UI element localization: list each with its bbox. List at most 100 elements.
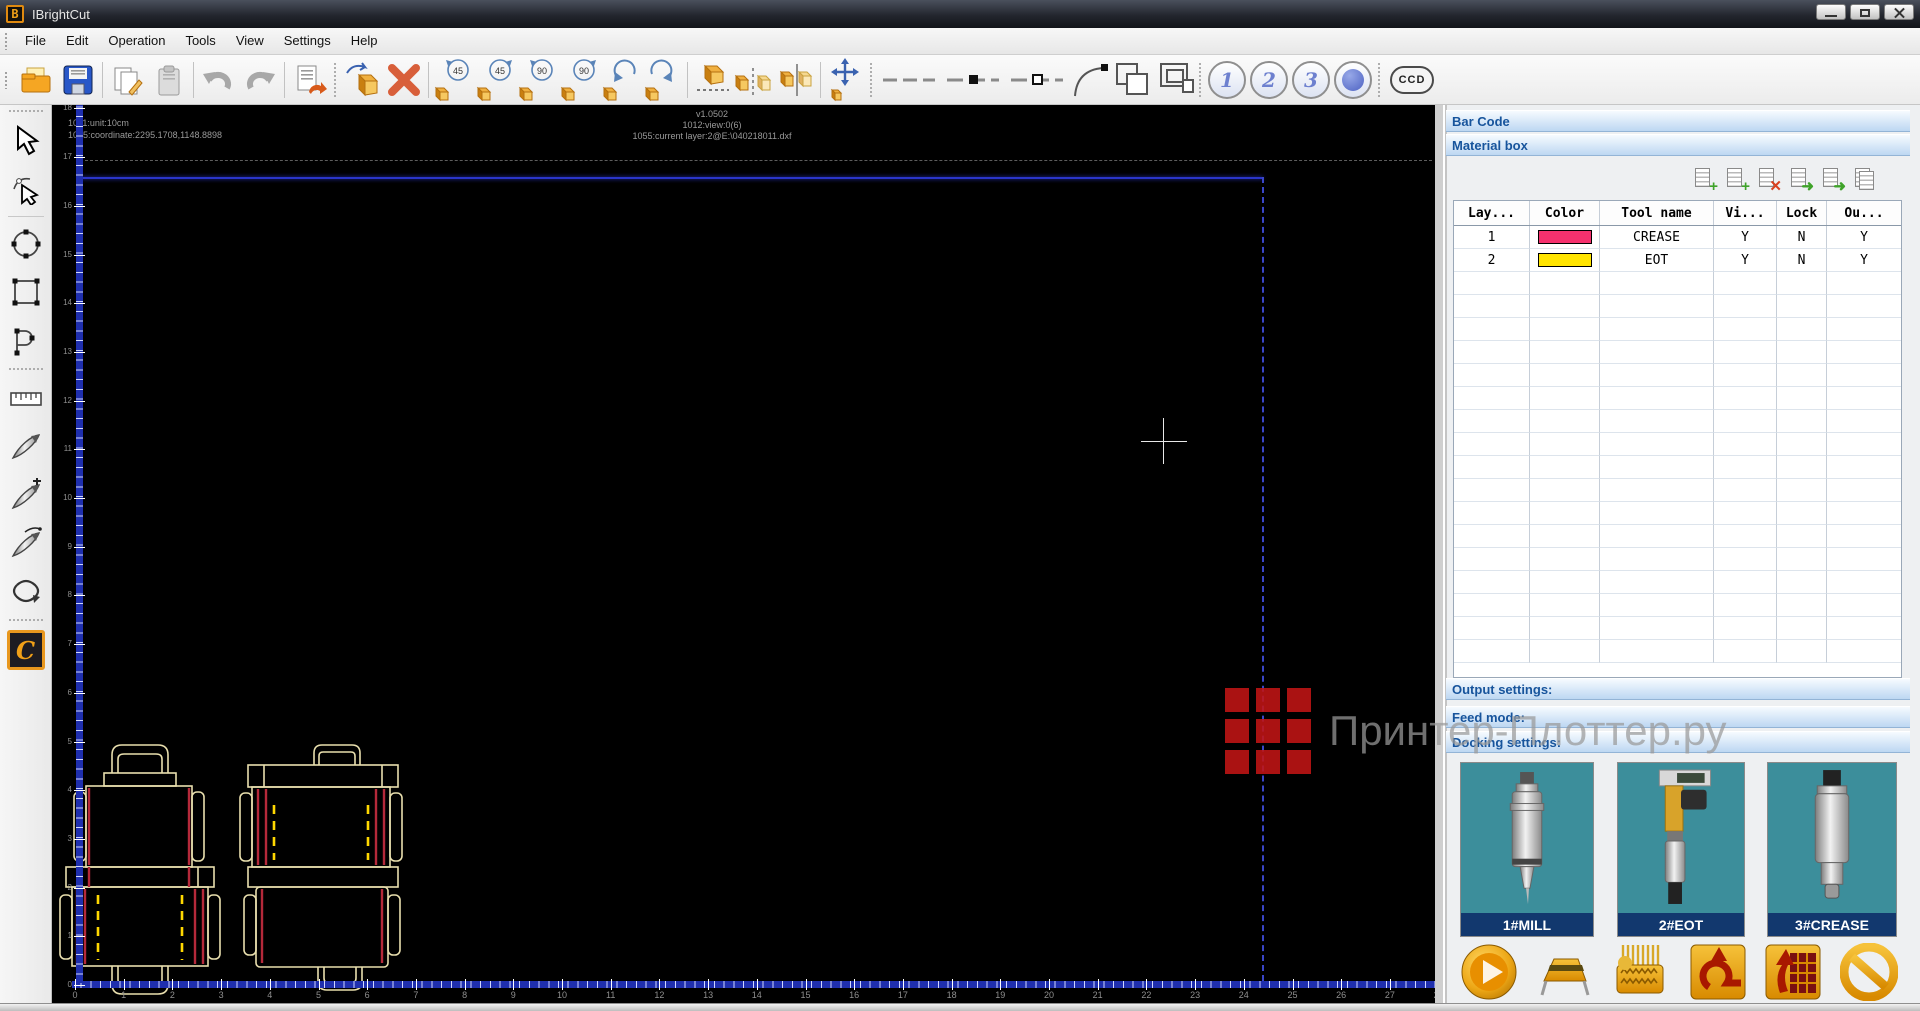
material-table-empty-row[interactable]: [1454, 640, 1901, 663]
section-bar-code[interactable]: Bar Code: [1446, 110, 1910, 132]
drawing-canvas[interactable]: 1011:unit:10cm 1055:coordinate:2295.1708…: [52, 105, 1435, 1003]
head-2-button[interactable]: 2: [1248, 58, 1290, 102]
material-table-empty-row[interactable]: [1454, 387, 1901, 410]
blade-add-tool-button[interactable]: [3, 472, 49, 518]
select-tool-button[interactable]: [3, 118, 49, 164]
section-feed-mode[interactable]: Feed mode:: [1446, 706, 1910, 728]
path-shape-icon: [9, 323, 43, 357]
group-copies-button[interactable]: [1153, 58, 1195, 102]
menu-item-edit[interactable]: Edit: [56, 29, 98, 52]
dieline-drawing[interactable]: [52, 105, 1435, 1003]
material-table-empty-row[interactable]: [1454, 525, 1901, 548]
material-table[interactable]: Lay...ColorTool nameVi...LockOu...1CREAS…: [1453, 200, 1902, 678]
head-all-button[interactable]: [1332, 58, 1374, 102]
blade-curve-tool-button[interactable]: [3, 520, 49, 566]
measure-tool-button[interactable]: [3, 376, 49, 422]
import-layer-button[interactable]: ➜: [1788, 166, 1812, 192]
material-table-empty-row[interactable]: [1454, 410, 1901, 433]
menu-item-settings[interactable]: Settings: [274, 29, 341, 52]
rotate-feed-button[interactable]: [1689, 943, 1747, 1001]
loop-tool-button[interactable]: [3, 568, 49, 614]
menu-grip: [4, 32, 9, 50]
circle-tool-button[interactable]: [3, 221, 49, 267]
path-tool-button[interactable]: [3, 317, 49, 363]
section-docking-settings[interactable]: Docking settings:: [1446, 731, 1910, 753]
transform-button[interactable]: [341, 58, 383, 102]
save-button[interactable]: [57, 58, 99, 102]
head-3-button[interactable]: 3: [1290, 58, 1332, 102]
tool-card-crease[interactable]: 3#CREASE: [1767, 762, 1897, 937]
menu-item-view[interactable]: View: [226, 29, 274, 52]
mirror-horizontal-button[interactable]: [733, 58, 775, 102]
tool-card-mill[interactable]: 1#MILL: [1460, 762, 1594, 937]
section-output-settings[interactable]: Output settings:: [1446, 678, 1910, 700]
redo-button[interactable]: [239, 58, 281, 102]
maximize-button[interactable]: [1850, 4, 1880, 20]
line-style-dash-button[interactable]: [877, 58, 941, 102]
undo-button[interactable]: [197, 58, 239, 102]
close-button[interactable]: [1884, 4, 1914, 20]
window-bottom-edge: [0, 1003, 1920, 1011]
material-table-empty-row[interactable]: [1454, 502, 1901, 525]
move-arrows-icon: [824, 58, 866, 102]
material-table-empty-row[interactable]: [1454, 295, 1901, 318]
rotate-90-ccw-button[interactable]: 90: [516, 58, 558, 102]
head-1-button[interactable]: 1: [1206, 58, 1248, 102]
arc-tool-button[interactable]: [1069, 58, 1111, 102]
open-button[interactable]: [15, 58, 57, 102]
rotate-ccw-button[interactable]: [600, 58, 642, 102]
menu-item-operation[interactable]: Operation: [98, 29, 175, 52]
start-button[interactable]: [1460, 943, 1518, 1001]
material-table-empty-row[interactable]: [1454, 617, 1901, 640]
paste-button[interactable]: [148, 58, 190, 102]
material-table-empty-row[interactable]: [1454, 272, 1901, 295]
material-table-empty-row[interactable]: [1454, 479, 1901, 502]
material-table-empty-row[interactable]: [1454, 456, 1901, 479]
feeder-button[interactable]: [1534, 943, 1592, 1001]
title-bar: B IBrightCut: [0, 0, 1920, 28]
add-layer-button[interactable]: +: [1692, 166, 1716, 192]
copy-layers-button[interactable]: [1852, 166, 1876, 192]
tool-card-eot[interactable]: 2#EOT: [1617, 762, 1745, 937]
stop-button[interactable]: [1840, 943, 1898, 1001]
node-edit-tool-button[interactable]: [3, 166, 49, 212]
brush-button[interactable]: [1609, 943, 1667, 1001]
svg-text:45: 45: [453, 66, 463, 76]
export-layer-button[interactable]: ➜: [1820, 166, 1844, 192]
align-ground-button[interactable]: [691, 58, 733, 102]
rect-tool-button[interactable]: [3, 269, 49, 315]
material-table-row[interactable]: 1CREASEYNY: [1454, 226, 1901, 249]
overlap-squares-button[interactable]: [1111, 58, 1153, 102]
copy-button[interactable]: [106, 58, 148, 102]
material-table-empty-row[interactable]: [1454, 318, 1901, 341]
material-table-empty-row[interactable]: [1454, 594, 1901, 617]
layer-color-swatch: [1538, 253, 1592, 267]
rotate-45-ccw-button[interactable]: 45: [432, 58, 474, 102]
material-table-empty-row[interactable]: [1454, 364, 1901, 387]
line-style-hollow-node-button[interactable]: [1005, 58, 1069, 102]
rotate-cw-button[interactable]: [642, 58, 684, 102]
material-table-empty-row[interactable]: [1454, 433, 1901, 456]
move-button[interactable]: [824, 58, 866, 102]
material-table-row[interactable]: 2EOTYNY: [1454, 249, 1901, 272]
brand-tool-button[interactable]: C: [3, 627, 49, 673]
menu-item-help[interactable]: Help: [341, 29, 388, 52]
grid-arrow-button[interactable]: [1764, 943, 1822, 1001]
insert-layer-button[interactable]: +: [1724, 166, 1748, 192]
menu-item-file[interactable]: File: [15, 29, 56, 52]
mirror-vertical-button[interactable]: [775, 58, 817, 102]
delete-layer-button[interactable]: ✕: [1756, 166, 1780, 192]
minimize-button[interactable]: [1816, 4, 1846, 20]
material-table-empty-row[interactable]: [1454, 571, 1901, 594]
material-table-empty-row[interactable]: [1454, 341, 1901, 364]
rotate-90-cw-button[interactable]: 90: [558, 58, 600, 102]
section-material-box[interactable]: Material box: [1446, 134, 1910, 156]
delete-button[interactable]: [383, 58, 425, 102]
line-style-node-button[interactable]: [941, 58, 1005, 102]
rotate-45-cw-button[interactable]: 45: [474, 58, 516, 102]
blade-tool-button[interactable]: [3, 424, 49, 470]
menu-item-tools[interactable]: Tools: [175, 29, 225, 52]
output-file-button[interactable]: [288, 58, 330, 102]
material-table-empty-row[interactable]: [1454, 548, 1901, 571]
ccd-button[interactable]: CCD: [1385, 58, 1439, 102]
